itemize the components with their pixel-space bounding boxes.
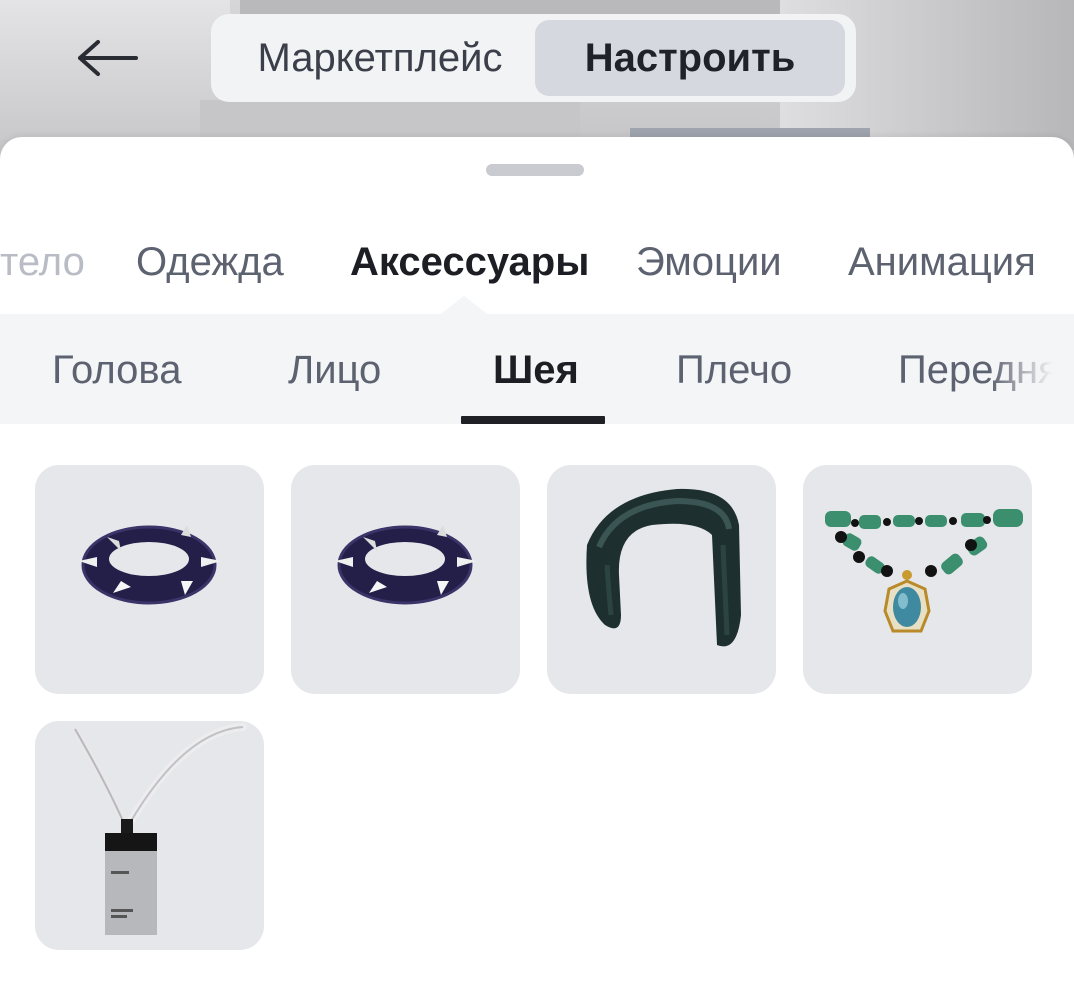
tab-accessories[interactable]: Аксессуары bbox=[350, 232, 589, 292]
accessory-item[interactable] bbox=[35, 721, 264, 950]
subtab-head[interactable]: Голова bbox=[52, 342, 181, 398]
accessory-item[interactable] bbox=[547, 465, 776, 694]
active-tab-pointer bbox=[438, 296, 490, 316]
accessory-item[interactable] bbox=[35, 465, 264, 694]
back-button[interactable] bbox=[66, 30, 150, 86]
scarf-icon bbox=[586, 488, 741, 647]
segment-customize[interactable]: Настроить bbox=[535, 20, 845, 96]
jade-necklace-icon bbox=[825, 509, 1023, 633]
tab-emotes[interactable]: Эмоции bbox=[636, 232, 782, 292]
tab-animations[interactable]: Анимация bbox=[848, 232, 1036, 292]
spiked-collar-icon bbox=[335, 525, 477, 605]
segment-marketplace[interactable]: Маркетплейс bbox=[223, 20, 537, 96]
accessory-item[interactable] bbox=[803, 465, 1032, 694]
spiked-collar-icon bbox=[79, 525, 221, 605]
subtab-face[interactable]: Лицо bbox=[288, 342, 381, 398]
lanyard-badge-icon bbox=[71, 723, 247, 935]
tab-clothing[interactable]: Одежда bbox=[136, 232, 284, 292]
subtab-neck[interactable]: Шея bbox=[493, 342, 579, 398]
sheet-drag-handle[interactable] bbox=[486, 164, 584, 176]
arrow-left-icon bbox=[78, 40, 138, 76]
mode-segmented-control: Маркетплейс Настроить bbox=[211, 14, 856, 102]
subtab-shoulder[interactable]: Плечо bbox=[676, 342, 792, 398]
accessory-item[interactable] bbox=[291, 465, 520, 694]
tab-body[interactable]: тело bbox=[0, 232, 85, 292]
scroll-fade bbox=[990, 314, 1074, 424]
active-subtab-indicator bbox=[461, 416, 605, 424]
